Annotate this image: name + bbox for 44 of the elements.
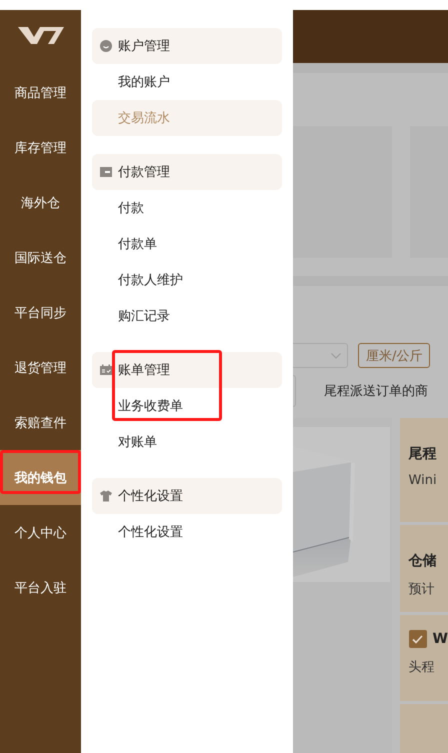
shirt-icon	[100, 490, 112, 502]
card-title: 仓储	[408, 552, 438, 570]
button-edge[interactable]	[293, 375, 296, 407]
sidebar-item[interactable]: 个人中心	[0, 505, 81, 560]
submenu-item[interactable]: 业务收费单	[92, 388, 282, 424]
group-title: 账单管理	[118, 362, 170, 379]
info-card	[400, 704, 448, 753]
menu-group-header[interactable]: 账户管理	[92, 28, 282, 64]
logo-icon	[18, 27, 64, 44]
submenu-item[interactable]: 个性化设置	[92, 514, 282, 550]
submenu-item[interactable]: 付款人维护	[92, 262, 282, 298]
submenu-item[interactable]: 付款	[92, 190, 282, 226]
menu-group-header[interactable]: 个性化设置	[92, 478, 282, 514]
menu-group-header[interactable]: 付款管理	[92, 154, 282, 190]
submenu-item[interactable]: 对账单	[92, 424, 282, 460]
card-title: 尾程	[408, 445, 438, 463]
sidebar-item[interactable]: 国际送仓	[0, 230, 81, 285]
submenu-item[interactable]: 购汇记录	[92, 298, 282, 334]
checkbox[interactable]	[408, 630, 427, 648]
sidebar-item[interactable]: 平台同步	[0, 285, 81, 340]
face-icon	[100, 40, 112, 52]
group-title: 付款管理	[118, 164, 170, 181]
menu-group-header[interactable]: 账单管理	[92, 352, 282, 388]
card-text: 头程	[408, 659, 436, 676]
sidebar-item[interactable]: 库存管理	[0, 120, 81, 175]
submenu-item[interactable]: 付款单	[92, 226, 282, 262]
card-text: Wini	[408, 473, 438, 488]
chevron-icon	[331, 352, 341, 358]
card-text: 预计	[408, 581, 436, 598]
card-title: W	[432, 631, 448, 647]
sidebar-item[interactable]: 商品管理	[0, 65, 81, 120]
dropdown[interactable]	[293, 343, 348, 368]
sidebar-item[interactable]: 海外仓	[0, 175, 81, 230]
sidebar-item[interactable]: 退货管理	[0, 340, 81, 395]
submenu-item[interactable]: 我的账户	[92, 64, 282, 100]
check-icon	[412, 634, 424, 644]
group-title: 账户管理	[118, 38, 170, 55]
sidebar-item[interactable]: 索赔查件	[0, 395, 81, 450]
calendar-icon	[100, 364, 112, 376]
notice-text: 尾程派送订单的商	[324, 383, 428, 400]
sidebar-item[interactable]: 平台入驻	[0, 560, 81, 615]
wallet-icon	[100, 166, 112, 178]
group-title: 个性化设置	[118, 488, 183, 505]
sidebar-item[interactable]: 我的钱包	[0, 450, 81, 505]
